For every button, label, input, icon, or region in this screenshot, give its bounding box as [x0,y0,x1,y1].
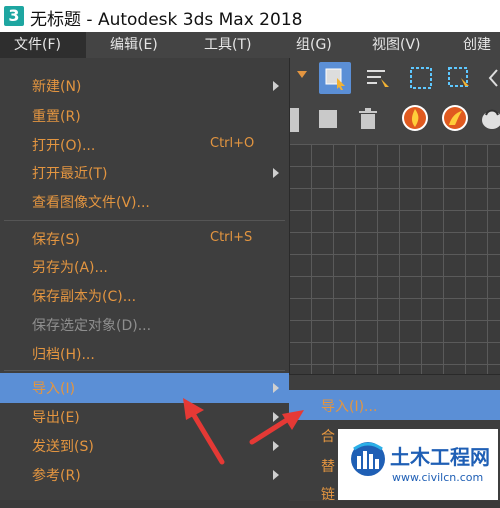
watermark-title: 土木工程网 [390,445,490,469]
app-icon: 3 [4,6,24,26]
main-toolbar [289,58,500,144]
submenu-arrow-icon [273,383,279,393]
toolbar-more-icon[interactable] [485,64,500,92]
window-crossing-icon[interactable] [443,62,475,94]
menu-item-label: 保存(S) [32,232,80,248]
submenu-item-label: 替 [321,459,335,475]
menu-item-new[interactable]: 新建(N) [0,72,289,100]
submenu-arrow-icon [273,168,279,178]
menu-bar: 文件(F) 编辑(E) 工具(T) 组(G) 视图(V) 创建 [0,32,500,58]
select-object-icon[interactable] [319,62,351,94]
menu-file[interactable]: 文件(F) [0,32,86,58]
submenu-arrow-icon [273,441,279,451]
title-bar: 3 无标题 - Autodesk 3ds Max 2018 [0,0,500,32]
menu-item-label: 重置(R) [32,109,81,125]
menu-tools[interactable]: 工具(T) [204,32,251,58]
toolbar-button-edge[interactable] [289,108,299,132]
menu-item-label: 保存副本为(C)... [32,289,137,305]
menu-item-label: 打开(O)... [32,138,96,154]
submenu-item-label: 导入(I)... [321,399,378,415]
menu-separator [4,220,285,221]
menu-item-label: 保存选定对象(D)... [32,318,152,334]
menu-item-import[interactable]: 导入(I) [0,373,289,403]
menu-item-save-as[interactable]: 另存为(A)... [0,253,289,281]
file-menu-dropdown: 新建(N) 重置(R) 打开(O)... Ctrl+O 打开最近(T) 查看图像… [0,58,290,500]
menu-item-label: 归档(H)... [32,347,95,363]
submenu-arrow-icon [273,470,279,480]
submenu-item-label: 合 [321,429,335,445]
menu-create[interactable]: 创建 [463,32,491,58]
submenu-item-label: 链 [321,487,335,503]
submenu-arrow-icon [273,81,279,91]
menu-item-send-to[interactable]: 发送到(S) [0,432,289,460]
menu-group[interactable]: 组(G) [296,32,332,58]
menu-item-export[interactable]: 导出(E) [0,403,289,431]
submenu-item-import[interactable]: 导入(I)... [289,390,500,420]
menu-item-save[interactable]: 保存(S) Ctrl+S [0,225,289,253]
menu-item-label: 导出(E) [32,410,80,426]
site-logo-icon [351,442,385,476]
menu-item-shortcut: Ctrl+S [210,230,253,245]
menu-item-archive[interactable]: 归档(H)... [0,340,289,368]
menu-item-shortcut: Ctrl+O [210,136,255,151]
menu-item-label: 发送到(S) [32,439,94,455]
snapshot-icon[interactable] [315,106,341,132]
menu-item-save-selected: 保存选定对象(D)... [0,311,289,339]
menu-item-reset[interactable]: 重置(R) [0,102,289,130]
menu-item-open[interactable]: 打开(O)... Ctrl+O [0,131,289,159]
trash-icon[interactable] [355,106,381,132]
menu-item-label: 打开最近(T) [32,166,108,182]
dropdown-arrow-icon[interactable] [295,64,309,86]
menu-item-open-recent[interactable]: 打开最近(T) [0,159,289,187]
menu-item-label: 参考(R) [32,468,81,484]
menu-item-view-image-file[interactable]: 查看图像文件(V)... [0,188,289,216]
menu-item-label: 查看图像文件(V)... [32,195,150,211]
watermark-url: www.civilcn.com [392,471,484,484]
menu-item-label: 另存为(A)... [32,260,108,276]
rectangular-selection-icon[interactable] [405,62,437,94]
select-by-name-icon[interactable] [363,64,393,92]
menu-item-label: 新建(N) [32,79,82,95]
menu-view[interactable]: 视图(V) [372,32,421,58]
menu-item-reference[interactable]: 参考(R) [0,461,289,489]
menu-item-save-copy-as[interactable]: 保存副本为(C)... [0,282,289,310]
submenu-arrow-icon [273,412,279,422]
render-frame-icon[interactable] [439,102,471,134]
render-setup-icon[interactable] [399,102,431,134]
teapot-icon[interactable] [479,102,500,134]
window-title: 无标题 - Autodesk 3ds Max 2018 [30,10,303,30]
menu-edit[interactable]: 编辑(E) [110,32,158,58]
watermark: 土木工程网 www.civilcn.com [338,429,498,500]
menu-separator [4,370,285,371]
menu-item-label: 导入(I) [32,381,76,397]
